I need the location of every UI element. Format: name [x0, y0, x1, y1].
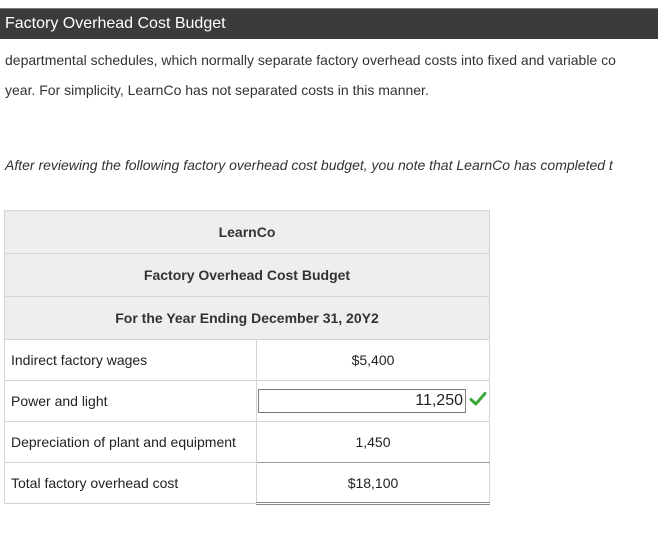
- budget-header-company: LearnCo: [4, 210, 490, 254]
- page-title: Factory Overhead Cost Budget: [5, 15, 226, 32]
- row-amount-cell-power-light: [256, 380, 490, 422]
- instruction-text: After reviewing the following factory ov…: [5, 157, 613, 173]
- budget-header-period: For the Year Ending December 31, 20Y2: [4, 296, 490, 340]
- table-row: Indirect factory wages $5,400: [4, 339, 490, 381]
- table-row: Power and light: [4, 380, 490, 422]
- power-light-input-wrap: [257, 381, 487, 421]
- budget-header-title: Factory Overhead Cost Budget: [4, 253, 490, 297]
- budget-table: LearnCo Factory Overhead Cost Budget For…: [4, 210, 490, 505]
- row-label-total: Total factory overhead cost: [4, 462, 257, 504]
- budget-title: Factory Overhead Cost Budget: [4, 253, 490, 297]
- row-label-power-light: Power and light: [4, 380, 257, 422]
- page: Factory Overhead Cost Budget departmenta…: [0, 0, 658, 537]
- row-amount-total: $18,100: [256, 462, 490, 505]
- company-name: LearnCo: [4, 210, 490, 254]
- intro-text-line-2: year. For simplicity, LearnCo has not se…: [5, 82, 429, 98]
- intro-text-line-1: departmental schedules, which normally s…: [5, 52, 616, 68]
- budget-period: For the Year Ending December 31, 20Y2: [4, 296, 490, 340]
- title-bar: Factory Overhead Cost Budget: [0, 8, 658, 39]
- row-amount-indirect-wages: $5,400: [256, 339, 490, 381]
- row-label-depreciation: Depreciation of plant and equipment: [4, 421, 257, 463]
- power-light-amount-input[interactable]: [258, 389, 466, 413]
- table-row: Total factory overhead cost $18,100: [4, 462, 490, 505]
- row-label-indirect-wages: Indirect factory wages: [4, 339, 257, 381]
- row-amount-depreciation: 1,450: [256, 421, 490, 463]
- table-row: Depreciation of plant and equipment 1,45…: [4, 421, 490, 463]
- check-icon: [469, 392, 487, 406]
